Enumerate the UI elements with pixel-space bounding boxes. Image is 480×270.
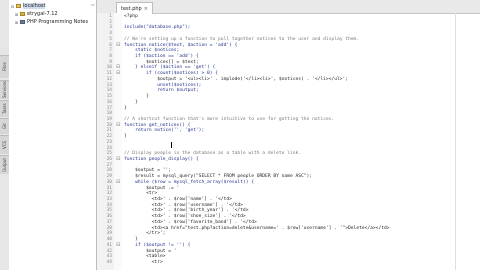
project-panel: ⊟ localhost ⊞ etrygal-7.12 ⊞ PHP Programming … [9, 0, 97, 270]
fold-toggle-icon[interactable]: ⊟ [116, 242, 120, 248]
folder-icon [20, 20, 25, 24]
code-line[interactable]: return notice('', 'get'); [124, 128, 204, 134]
line-number: 39 [106, 231, 112, 237]
tree-item-label: PHP Programming Notes [27, 19, 89, 25]
line-number: 23 [106, 139, 112, 145]
fold-column: ⊟ ⊟ ⊟ ⊟ ⊟ ⊟ ⊟ [114, 13, 122, 270]
line-number: 9 [109, 59, 112, 65]
line-number-gutter: 1 2 3 4 5 6 7 8 9 10 11 12 13 14 15 16 17 18 19 20 21 22 23 24 2… [97, 13, 115, 270]
code-line[interactable]: } [124, 134, 127, 140]
line-number: 44 [106, 259, 112, 265]
line-number: 19 [106, 116, 112, 122]
tree-item[interactable]: ⊞ PHP Programming Notes [14, 18, 88, 26]
line-number: 40 [106, 237, 112, 243]
line-number: 36 [106, 214, 112, 220]
line-number: 31 [106, 185, 112, 191]
line-number: 26 [106, 157, 112, 162]
collapse-icon[interactable]: ⊟ [10, 4, 15, 9]
line-number: 34 [106, 202, 112, 208]
line-number: 20 [106, 122, 112, 128]
right-margin-guide [455, 13, 456, 270]
fold-toggle-icon[interactable]: ⊟ [116, 157, 120, 162]
code-line[interactable]: function people_display() { [124, 157, 199, 163]
line-number: 3 [109, 25, 112, 31]
line-number: 43 [106, 254, 112, 260]
expand-icon[interactable]: ⊞ [14, 12, 19, 17]
fold-toggle-icon[interactable]: ⊟ [116, 71, 120, 76]
text-caret [171, 142, 172, 148]
code-line[interactable]: <tr> [124, 260, 163, 266]
rail-tab-git[interactable]: Git [0, 118, 9, 134]
line-number: 38 [106, 225, 112, 231]
line-number: 17 [106, 105, 112, 111]
rail-tab-services[interactable]: Services [0, 80, 9, 99]
fold-toggle-icon[interactable]: ⊟ [116, 42, 120, 48]
tree-item-label: etrygal-7.12 [27, 11, 58, 17]
rail-tab-tasks[interactable]: Tasks [0, 100, 9, 117]
line-number: 13 [106, 82, 112, 88]
line-number: 2 [109, 19, 112, 25]
line-number: 4 [109, 31, 112, 37]
fold-toggle-icon[interactable]: ⊟ [116, 122, 120, 128]
line-number: 6 [109, 42, 112, 48]
line-number: 41 [106, 242, 112, 248]
line-number: 14 [106, 88, 112, 94]
folder-icon [20, 12, 25, 16]
tree-item[interactable]: ⊟ localhost [10, 2, 46, 10]
line-number: 28 [106, 168, 112, 174]
line-number: 30 [106, 179, 112, 185]
fold-toggle-icon[interactable]: ⊟ [116, 179, 120, 185]
line-number: 15 [106, 94, 112, 100]
line-number: 10 [106, 65, 112, 71]
line-number: 37 [106, 219, 112, 225]
expand-icon[interactable]: ⊞ [14, 20, 19, 25]
close-icon[interactable]: × [144, 6, 148, 12]
line-number: 18 [106, 111, 112, 117]
code-line[interactable]: <?php [124, 14, 138, 20]
line-number: 21 [106, 128, 112, 134]
code-line[interactable]: } [124, 106, 127, 112]
line-number: 12 [106, 76, 112, 82]
line-number: 16 [106, 99, 112, 105]
line-number: 35 [106, 208, 112, 214]
line-number: 42 [106, 248, 112, 254]
editor-tab-bar: test.php × [97, 0, 480, 14]
line-number: 11 [106, 71, 112, 77]
rail-tab-output[interactable]: Output [0, 155, 9, 174]
code-line[interactable]: include("database.php"); [124, 25, 190, 31]
line-number: 25 [106, 151, 112, 157]
code-editor[interactable]: <?php include("database.php");// We're se… [122, 13, 480, 270]
line-number: 27 [106, 162, 112, 168]
line-number: 24 [106, 145, 112, 151]
line-number: 29 [106, 174, 112, 180]
panel-minimize-icon[interactable]: ▭ [91, 3, 95, 7]
line-number: 32 [106, 191, 112, 197]
tree-item[interactable]: ⊞ etrygal-7.12 [14, 10, 58, 18]
line-number: 7 [109, 48, 112, 54]
line-number: 8 [109, 54, 112, 60]
line-number: 1 [109, 14, 112, 19]
editor-tab-label: test.php [121, 5, 142, 12]
tree-item-label: localhost [23, 3, 46, 9]
folder-icon [16, 4, 21, 8]
rail-tab-files[interactable]: Files [0, 55, 9, 78]
rail-tab-vcs[interactable]: VCS [0, 135, 9, 154]
line-number: 33 [106, 197, 112, 203]
line-number: 22 [106, 134, 112, 140]
line-number: 5 [109, 36, 112, 42]
